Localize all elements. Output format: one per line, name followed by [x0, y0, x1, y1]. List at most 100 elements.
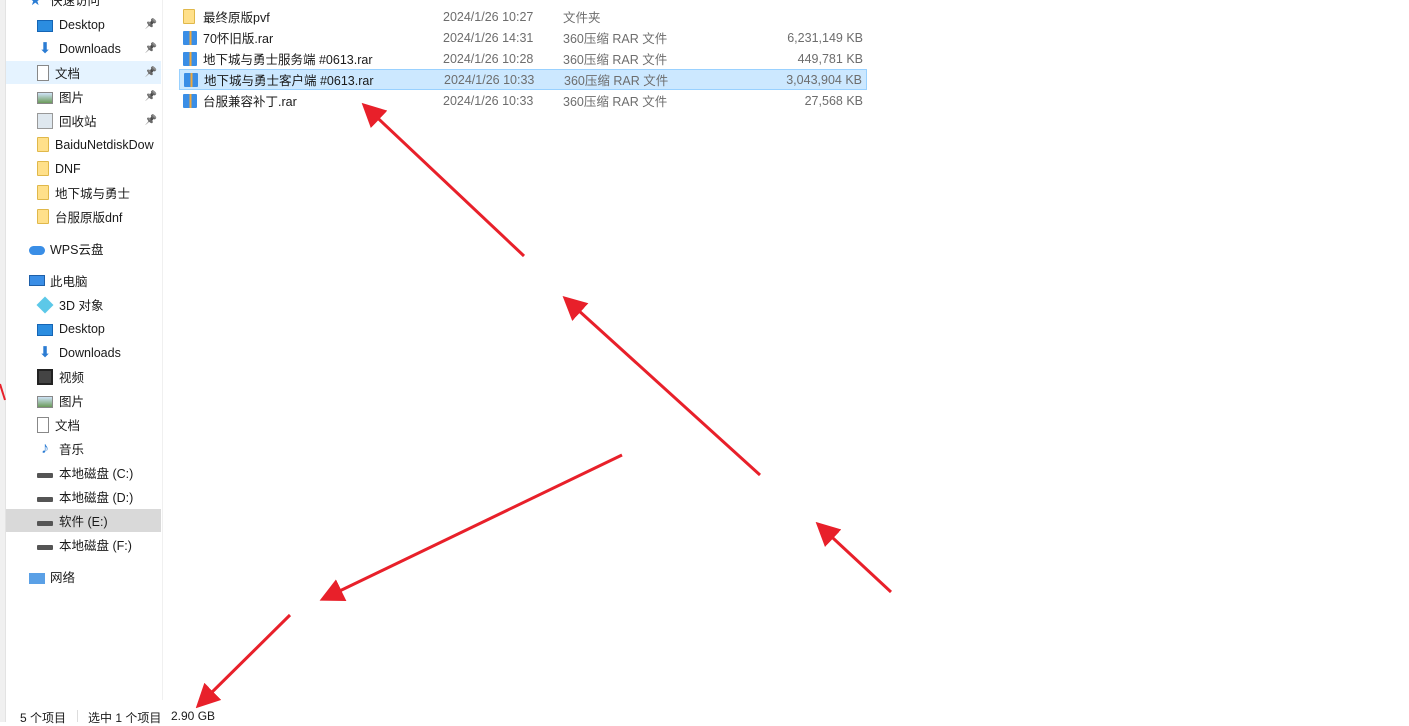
nav-item-label: 本地磁盘 (D:)	[59, 491, 134, 505]
drive-icon	[37, 520, 53, 526]
file-row[interactable]: 地下城与勇士客户端 #0613.rar 2024/1/26 10:33 360压缩 …	[179, 69, 867, 90]
file-row[interactable]: 地下城与勇士服务端 #0613.rar 2024/1/26 10:28 360压缩 …	[179, 48, 867, 69]
nav-item-label: 图片	[59, 91, 85, 105]
nav-item-label: Downloads	[59, 41, 121, 56]
nav-item-label: 台服原版dnf	[55, 211, 123, 225]
pin-icon[interactable]: 📌	[145, 43, 157, 54]
nav-network[interactable]: 网络	[6, 565, 161, 588]
file-date: 2024/1/26 10:28	[443, 51, 534, 66]
nav-item[interactable]: 台服原版dnf	[6, 205, 161, 228]
selection-size: 2.90 GB	[171, 709, 216, 723]
annotation-arrow	[319, 453, 623, 602]
nav-item[interactable]: 本地磁盘 (D:)	[6, 485, 161, 508]
nav-item-label: Desktop	[59, 17, 105, 32]
nav-item[interactable]: 本地磁盘 (F:)	[6, 533, 161, 556]
rar-icon	[183, 30, 197, 45]
rar-icon	[183, 51, 197, 66]
nav-item-label: 本地磁盘 (C:)	[59, 467, 134, 481]
nav-item[interactable]: 图片 📌	[6, 85, 161, 108]
item-count: 5 个项目	[20, 711, 67, 725]
computer-icon	[29, 275, 45, 286]
pin-icon[interactable]: 📌	[145, 67, 157, 78]
file-type: 360压缩 RAR 文件	[563, 95, 668, 109]
file-name: 地下城与勇士客户端 #0613.rar	[204, 74, 374, 88]
nav-item[interactable]: Desktop 📌	[6, 13, 161, 36]
folder-icon	[37, 209, 49, 224]
nav-item-label: 回收站	[59, 115, 97, 129]
nav-item[interactable]: Desktop	[6, 317, 161, 340]
nav-item[interactable]: 本地磁盘 (C:)	[6, 461, 161, 484]
file-date: 2024/1/26 10:27	[443, 9, 534, 24]
pin-icon[interactable]: 📌	[145, 19, 157, 30]
downloads-icon: ⬇	[38, 343, 52, 361]
nav-item[interactable]: 文档 📌	[6, 61, 161, 84]
rar-icon	[184, 72, 198, 87]
file-date: 2024/1/26 10:33	[444, 72, 535, 87]
nav-item-label: 文档	[55, 67, 81, 81]
recycle-bin-icon	[37, 112, 53, 129]
rar-icon	[183, 93, 197, 108]
nav-item-label: 图片	[59, 395, 85, 409]
videos-icon	[37, 368, 53, 385]
file-name: 最终原版pvf	[203, 11, 270, 25]
drive-icon	[37, 472, 53, 478]
nav-item-label: Desktop	[59, 321, 105, 336]
nav-item-label: 软件 (E:)	[59, 515, 108, 529]
nav-item-label: 地下城与勇士	[55, 187, 131, 201]
file-type: 文件夹	[563, 11, 601, 25]
file-name: 地下城与勇士服务端 #0613.rar	[203, 53, 373, 67]
pictures-icon	[37, 91, 53, 104]
nav-item-label: 文档	[55, 419, 81, 433]
nav-item[interactable]: 视频	[6, 365, 161, 388]
documents-icon	[37, 64, 49, 81]
file-row[interactable]: 70怀旧版.rar 2024/1/26 14:31 360压缩 RAR 文件 6,23…	[179, 27, 867, 48]
pin-icon[interactable]: 📌	[145, 91, 157, 102]
nav-item[interactable]: BaiduNetdiskDow	[6, 133, 161, 156]
star-icon: ★	[29, 0, 45, 8]
nav-item[interactable]: 图片	[6, 389, 161, 412]
drive-icon	[37, 544, 53, 550]
nav-this-pc[interactable]: 此电脑	[6, 269, 161, 292]
nav-item-label: DNF	[55, 161, 81, 176]
nav-wps-cloud[interactable]: WPS云盘	[6, 237, 161, 260]
file-name: 台服兼容补丁.rar	[203, 95, 297, 109]
file-type: 360压缩 RAR 文件	[564, 74, 669, 88]
nav-item-label: Downloads	[59, 345, 121, 360]
file-type: 360压缩 RAR 文件	[563, 53, 668, 67]
folder-icon	[37, 137, 49, 152]
nav-item-label: 视频	[59, 371, 85, 385]
nav-item[interactable]: 软件 (E:)	[6, 509, 161, 532]
file-name: 70怀旧版.rar	[203, 32, 274, 46]
file-date: 2024/1/26 14:31	[443, 30, 534, 45]
music-icon: ♪	[41, 439, 49, 457]
desktop-icon	[37, 19, 53, 32]
network-icon	[29, 572, 45, 584]
pin-icon[interactable]: 📌	[145, 115, 157, 126]
file-size: 3,043,904 KB	[786, 72, 862, 87]
nav-item[interactable]: ⬇ Downloads 📌	[6, 37, 161, 60]
nav-item-label: 3D 对象	[59, 299, 104, 313]
nav-quick-access[interactable]: ★快速访问	[6, 0, 161, 11]
documents-icon	[37, 416, 49, 433]
nav-item[interactable]: 文档	[6, 413, 161, 436]
file-row[interactable]: 最终原版pvf 2024/1/26 10:27 文件夹	[179, 6, 867, 27]
3d-objects-icon	[36, 296, 54, 313]
nav-item[interactable]: DNF	[6, 157, 161, 180]
nav-item[interactable]: ⬇ Downloads	[6, 341, 161, 364]
annotation-arrow	[815, 521, 893, 594]
nav-item[interactable]: 3D 对象	[6, 293, 161, 316]
nav-item[interactable]: 地下城与勇士	[6, 181, 161, 204]
status-bar: 5 个项目 选中 1 个项目 2.90 GB	[0, 708, 400, 725]
cloud-icon	[29, 246, 45, 255]
file-row[interactable]: 台服兼容补丁.rar 2024/1/26 10:33 360压缩 RAR 文件 27,…	[179, 90, 867, 111]
drive-icon	[37, 496, 53, 502]
folder-icon	[37, 185, 49, 200]
navigation-pane: ★快速访问 Desktop 📌 ⬇ Downloads 📌 文档 📌 图片 📌 回收站 📌 Baidu…	[6, 0, 163, 700]
annotation-arrow	[361, 102, 526, 258]
file-date: 2024/1/26 10:33	[443, 93, 534, 108]
nav-item-label: 音乐	[59, 443, 85, 457]
file-size: 27,568 KB	[804, 93, 863, 108]
nav-item[interactable]: ♪ 音乐	[6, 437, 161, 460]
nav-item[interactable]: 回收站 📌	[6, 109, 161, 132]
desktop-icon	[37, 323, 53, 336]
